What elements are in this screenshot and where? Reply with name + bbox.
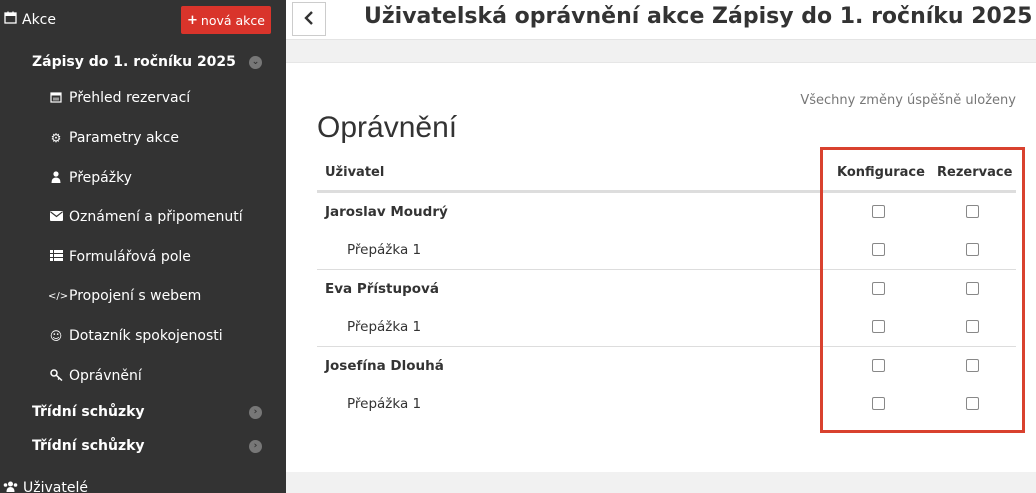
counter-name: Přepážka 1: [347, 241, 422, 258]
sidebar-event-other[interactable]: Třídní schůzky ›: [0, 428, 286, 464]
sidebar-event-current[interactable]: Zápisy do 1. ročníku 2025 ⌄: [0, 44, 286, 80]
key-icon: [48, 368, 64, 384]
chevron-right-icon: ›: [249, 440, 262, 453]
chevron-down-icon: ⌄: [249, 56, 262, 69]
reservation-checkbox[interactable]: [966, 319, 979, 333]
sidebar-item-label: Přehled rezervací: [69, 90, 191, 106]
code-icon: </>: [48, 290, 69, 302]
table-row: Josefína Dlouhá: [317, 346, 1016, 385]
sidebar-item-users[interactable]: Uživatelé: [0, 470, 286, 493]
user-icon: [48, 170, 64, 186]
table-row: Přepážka 1: [317, 308, 1016, 347]
sidebar-item-notifications[interactable]: Oznámení a připomenutí: [0, 199, 286, 235]
calendar-icon: [48, 91, 64, 106]
sidebar-event-label: Třídní schůzky: [32, 404, 145, 420]
sidebar-item-label: Formulářová pole: [69, 249, 191, 265]
sidebar-item-label: Dotazník spokojenosti: [69, 328, 223, 344]
permissions-table: Uživatel Konfigurace Rezervace Jaroslav …: [317, 154, 1016, 423]
sidebar-item-parameters[interactable]: ⚙ Parametry akce: [0, 120, 286, 156]
reservation-checkbox[interactable]: [966, 396, 979, 410]
sidebar-section-title[interactable]: Akce: [4, 11, 56, 28]
new-event-label: nová akce: [200, 12, 265, 28]
reservation-checkbox[interactable]: [966, 282, 979, 295]
sidebar-item-label: Oprávnění: [69, 368, 142, 384]
sidebar-event-label: Zápisy do 1. ročníku 2025: [32, 54, 236, 70]
column-header-user: Uživatel: [325, 165, 385, 180]
list-icon: [48, 250, 64, 264]
config-checkbox[interactable]: [872, 359, 885, 372]
sidebar-section-label: Akce: [22, 11, 56, 28]
config-checkbox[interactable]: [872, 396, 885, 410]
chevron-left-icon: [304, 10, 314, 29]
config-checkbox[interactable]: [872, 242, 885, 256]
back-button[interactable]: [292, 2, 326, 36]
envelope-icon: [48, 210, 64, 224]
table-row: Přepážka 1: [317, 385, 1016, 424]
sidebar-item-label: Propojení s webem: [69, 288, 202, 304]
sidebar-item-label: Přepážky: [69, 170, 132, 186]
sidebar-item-form-fields[interactable]: Formulářová pole: [0, 239, 286, 275]
counter-name: Přepážka 1: [347, 395, 422, 412]
counter-name: Přepážka 1: [347, 318, 422, 335]
config-checkbox[interactable]: [872, 319, 885, 333]
sidebar-item-label: Parametry akce: [69, 130, 179, 146]
new-event-button[interactable]: + nová akce: [181, 6, 271, 34]
user-name: Josefína Dlouhá: [325, 358, 444, 374]
config-checkbox[interactable]: [872, 205, 885, 218]
sidebar-event-other[interactable]: Třídní schůzky ›: [0, 394, 286, 430]
user-name: Jaroslav Moudrý: [325, 204, 448, 220]
sidebar-item-survey[interactable]: ☺ Dotazník spokojenosti: [0, 318, 286, 354]
table-row: Eva Přístupová: [317, 269, 1016, 308]
calendar-icon: [4, 11, 17, 28]
sidebar-item-permissions[interactable]: Oprávnění: [0, 358, 286, 394]
save-status: Všechny změny úspěšně uloženy: [800, 93, 1016, 108]
column-header-reservation: Rezervace: [937, 165, 1013, 180]
smile-icon: ☺: [49, 329, 63, 343]
page-title: Uživatelská oprávnění akce Zápisy do 1. …: [364, 4, 1033, 29]
sidebar: Akce + nová akce Zápisy do 1. ročníku 20…: [0, 0, 286, 493]
chevron-right-icon: ›: [249, 406, 262, 419]
sidebar-item-label: Oznámení a připomenutí: [69, 209, 243, 225]
reservation-checkbox[interactable]: [966, 359, 979, 372]
sidebar-item-label: Uživatelé: [23, 480, 88, 493]
sidebar-item-reservations[interactable]: Přehled rezervací: [0, 80, 286, 116]
top-bar: Uživatelská oprávnění akce Zápisy do 1. …: [286, 0, 1036, 40]
permissions-card: Všechny změny úspěšně uloženy Oprávnění …: [286, 62, 1036, 472]
config-checkbox[interactable]: [872, 282, 885, 295]
users-icon: [2, 481, 18, 493]
sidebar-event-label: Třídní schůzky: [32, 438, 145, 454]
sidebar-header: Akce + nová akce: [0, 0, 286, 40]
table-row: Jaroslav Moudrý: [317, 192, 1016, 231]
section-title: Oprávnění: [317, 111, 458, 144]
plus-icon: +: [187, 12, 198, 28]
gears-icon: ⚙: [50, 131, 62, 145]
reservation-checkbox[interactable]: [966, 205, 979, 218]
table-header: Uživatel Konfigurace Rezervace: [317, 154, 1016, 192]
column-header-config: Konfigurace: [837, 165, 925, 180]
sidebar-item-counters[interactable]: Přepážky: [0, 160, 286, 196]
reservation-checkbox[interactable]: [966, 242, 979, 256]
sidebar-item-web-integration[interactable]: </> Propojení s webem: [0, 278, 286, 314]
table-row: Přepážka 1: [317, 231, 1016, 270]
user-name: Eva Přístupová: [325, 281, 439, 297]
